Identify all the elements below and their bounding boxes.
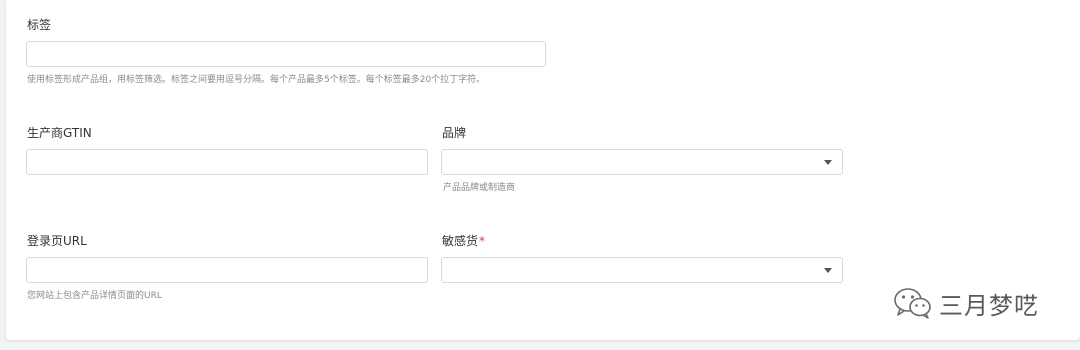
sensitive-goods-label-wrap: 敏感货* (442, 233, 485, 249)
gtin-input[interactable] (26, 149, 428, 175)
landing-url-hint: 您网站上包含产品详情页面的URL (27, 291, 162, 301)
brand-hint: 产品品牌或制造商 (443, 183, 516, 193)
brand-label: 品牌 (442, 126, 467, 140)
landing-url-label: 登录页URL (27, 234, 87, 248)
tags-hint: 使用标签形成产品组，用标签筛选。标签之间要用逗号分隔。每个产品最多5个标签。每个… (27, 75, 486, 85)
required-mark: * (479, 234, 486, 248)
watermark: 三月梦呓 (893, 284, 1039, 322)
wechat-icon (894, 288, 931, 319)
sensitive-goods-label: 敏感货 (442, 234, 479, 248)
tags-label: 标签 (27, 18, 52, 32)
brand-select[interactable] (441, 149, 843, 175)
chevron-down-icon (824, 268, 832, 273)
sensitive-goods-select[interactable] (441, 257, 843, 283)
tags-input[interactable] (26, 41, 546, 67)
gtin-label: 生产商GTIN (27, 126, 92, 140)
watermark-text: 三月梦呓 (939, 291, 1039, 320)
chevron-down-icon (824, 160, 832, 165)
landing-url-input[interactable] (26, 257, 428, 283)
